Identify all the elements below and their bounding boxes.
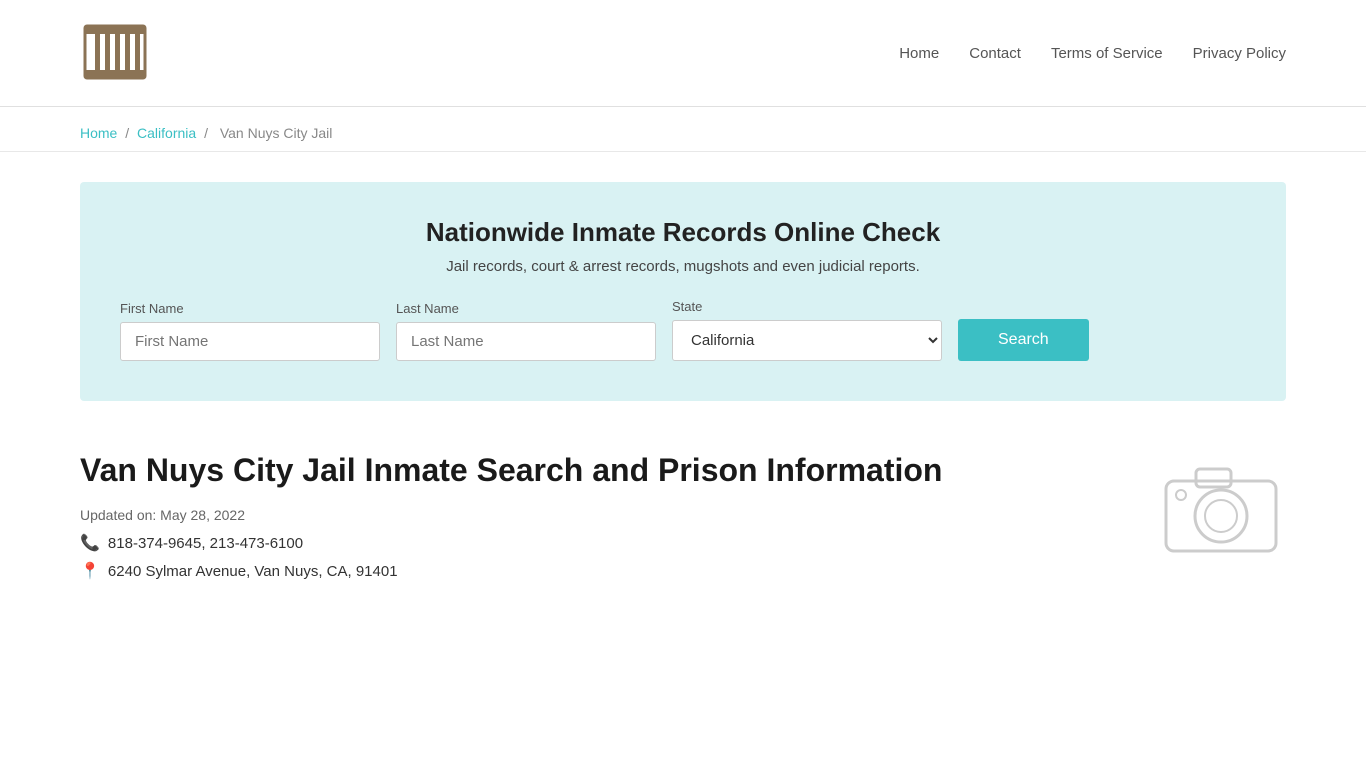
search-banner-subtitle: Jail records, court & arrest records, mu… [120,258,1246,275]
first-name-label: First Name [120,301,380,316]
last-name-label: Last Name [396,301,656,316]
phone-number: 818-374-9645, 213-473-6100 [108,535,303,552]
breadcrumb-current: Van Nuys City Jail [220,125,333,141]
state-group: State California Alabama Alaska Arizona … [672,299,942,361]
breadcrumb-separator-1: / [125,125,133,141]
state-select[interactable]: California Alabama Alaska Arizona Arkans… [672,320,942,361]
facility-image-placeholder [1156,451,1286,561]
main-content: Van Nuys City Jail Inmate Search and Pri… [0,431,1366,629]
main-nav: Home Contact Terms of Service Privacy Po… [899,45,1286,62]
nav-terms[interactable]: Terms of Service [1051,45,1163,62]
phone-line: 📞 818-374-9645, 213-473-6100 [80,533,1286,553]
search-banner: Nationwide Inmate Records Online Check J… [80,182,1286,401]
search-form: First Name Last Name State California Al… [120,299,1246,361]
search-banner-title: Nationwide Inmate Records Online Check [120,217,1246,248]
logo-icon [80,18,150,88]
address-line: 📍 6240 Sylmar Avenue, Van Nuys, CA, 9140… [80,561,1286,581]
phone-icon: 📞 [80,533,100,553]
location-icon: 📍 [80,561,100,581]
nav-privacy[interactable]: Privacy Policy [1193,45,1286,62]
nav-contact[interactable]: Contact [969,45,1021,62]
updated-date: Updated on: May 28, 2022 [80,507,1286,523]
breadcrumb-state[interactable]: California [137,125,196,141]
first-name-group: First Name [120,301,380,361]
search-button[interactable]: Search [958,319,1089,361]
last-name-group: Last Name [396,301,656,361]
site-header: Home Contact Terms of Service Privacy Po… [0,0,1366,107]
state-label: State [672,299,942,314]
breadcrumb-separator-2: / [204,125,212,141]
last-name-input[interactable] [396,322,656,361]
page-title: Van Nuys City Jail Inmate Search and Pri… [80,451,1286,489]
breadcrumb: Home / California / Van Nuys City Jail [0,107,1366,152]
first-name-input[interactable] [120,322,380,361]
camera-placeholder-icon [1156,451,1286,561]
breadcrumb-home[interactable]: Home [80,125,117,141]
nav-home[interactable]: Home [899,45,939,62]
logo[interactable] [80,18,150,88]
address-text: 6240 Sylmar Avenue, Van Nuys, CA, 91401 [108,563,398,580]
